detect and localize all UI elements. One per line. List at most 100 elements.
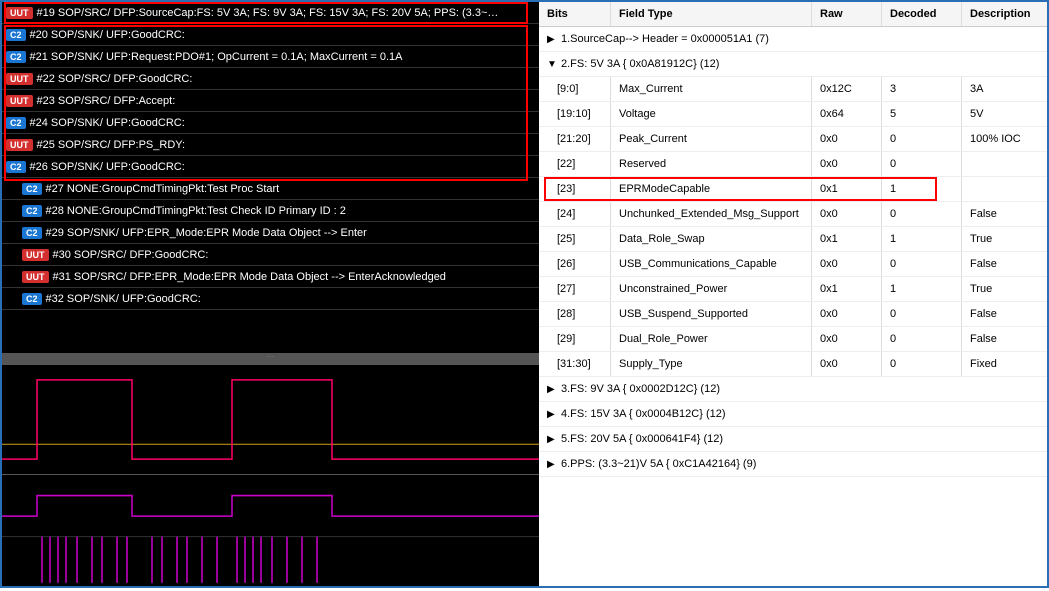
data-row[interactable]: [23]EPRModeCapable0x11 bbox=[539, 177, 1047, 202]
data-row[interactable]: [19:10]Voltage0x6455V bbox=[539, 102, 1047, 127]
cell-decoded: 0 bbox=[882, 152, 962, 176]
message-row[interactable]: C2 #26 SOP/SNK/ UFP:GoodCRC: bbox=[2, 156, 539, 178]
message-row[interactable]: C2#28 NONE:GroupCmdTimingPkt:Test Check … bbox=[2, 200, 539, 222]
message-row[interactable]: C2#21 SOP/SNK/ UFP:Request:PDO#1; OpCurr… bbox=[2, 46, 539, 68]
cell-field: Reserved bbox=[611, 152, 812, 176]
cell-decoded: 0 bbox=[882, 127, 962, 151]
message-row[interactable]: C2 #29 SOP/SNK/ UFP:EPR_Mode:EPR Mode Dat… bbox=[2, 222, 539, 244]
group-label: 5.FS: 20V 5A { 0x000641F4} (12) bbox=[561, 433, 723, 445]
cell-desc: True bbox=[962, 277, 1047, 301]
message-text: #23 SOP/SRC/ DFP:Accept: bbox=[37, 95, 176, 107]
message-row[interactable]: UUT#22 SOP/SRC/ DFP:GoodCRC: bbox=[2, 68, 539, 90]
source-tag: C2 bbox=[6, 51, 26, 63]
data-row[interactable]: [29]Dual_Role_Power0x00False bbox=[539, 327, 1047, 352]
header-decoded[interactable]: Decoded bbox=[882, 2, 962, 26]
cell-decoded: 3 bbox=[882, 77, 962, 101]
cell-field: Dual_Role_Power bbox=[611, 327, 812, 351]
group-label: 6.PPS: (3.3~21)V 5A { 0xC1A42164} (9) bbox=[561, 458, 756, 470]
waveform-area bbox=[2, 361, 539, 586]
cell-bits: [21:20] bbox=[539, 127, 611, 151]
cell-field: Peak_Current bbox=[611, 127, 812, 151]
cell-raw: 0x1 bbox=[812, 227, 882, 251]
cell-raw: 0x12C bbox=[812, 77, 882, 101]
source-tag: C2 bbox=[6, 117, 26, 129]
cell-decoded: 0 bbox=[882, 302, 962, 326]
cell-bits: [23] bbox=[539, 177, 611, 201]
cell-bits: [22] bbox=[539, 152, 611, 176]
cell-field: Data_Role_Swap bbox=[611, 227, 812, 251]
data-row[interactable]: [28]USB_Suspend_Supported0x00False bbox=[539, 302, 1047, 327]
message-row[interactable]: UUT#25 SOP/SRC/ DFP:PS_RDY: bbox=[2, 134, 539, 156]
expand-arrow-icon: ▶ bbox=[547, 384, 561, 395]
expand-arrow-icon: ▶ bbox=[547, 34, 561, 45]
waveform-channel-1[interactable] bbox=[2, 365, 539, 475]
cell-raw: 0x0 bbox=[812, 327, 882, 351]
group-row-6[interactable]: ▶ 6.PPS: (3.3~21)V 5A { 0xC1A42164} (9) bbox=[539, 452, 1047, 477]
cell-raw: 0x0 bbox=[812, 202, 882, 226]
message-row[interactable]: UUT#30 SOP/SRC/ DFP:GoodCRC: bbox=[2, 244, 539, 266]
cell-field: Supply_Type bbox=[611, 352, 812, 376]
data-row[interactable]: [26]USB_Communications_Capable0x00False bbox=[539, 252, 1047, 277]
group-row-4[interactable]: ▶ 4.FS: 15V 3A { 0x0004B12C} (12) bbox=[539, 402, 1047, 427]
cell-raw: 0x1 bbox=[812, 277, 882, 301]
message-text: #26 SOP/SNK/ UFP:GoodCRC: bbox=[30, 161, 185, 173]
cell-desc: 5V bbox=[962, 102, 1047, 126]
data-row[interactable]: [24]Unchunked_Extended_Msg_Support0x00Fa… bbox=[539, 202, 1047, 227]
source-tag: C2 bbox=[22, 183, 42, 195]
group-row-5[interactable]: ▶ 5.FS: 20V 5A { 0x000641F4} (12) bbox=[539, 427, 1047, 452]
cell-bits: [28] bbox=[539, 302, 611, 326]
message-row[interactable]: C2#27 NONE:GroupCmdTimingPkt:Test Proc S… bbox=[2, 178, 539, 200]
message-row[interactable]: UUT#31 SOP/SRC/ DFP:EPR_Mode:EPR Mode Da… bbox=[2, 266, 539, 288]
cell-decoded: 1 bbox=[882, 177, 962, 201]
table-body[interactable]: ▶ 1.SourceCap--> Header = 0x000051A1 (7)… bbox=[539, 27, 1047, 586]
cell-field: USB_Communications_Capable bbox=[611, 252, 812, 276]
data-row[interactable]: [25]Data_Role_Swap0x11True bbox=[539, 227, 1047, 252]
header-bits[interactable]: Bits bbox=[539, 2, 611, 26]
group-label: 2.FS: 5V 3A { 0x0A81912C} (12) bbox=[561, 58, 719, 70]
message-row[interactable]: UUT #23 SOP/SRC/ DFP:Accept: bbox=[2, 90, 539, 112]
message-row[interactable]: UUT#19 SOP/SRC/ DFP:SourceCap:FS: 5V 3A;… bbox=[2, 2, 539, 24]
cell-field: USB_Suspend_Supported bbox=[611, 302, 812, 326]
header-description[interactable]: Description bbox=[962, 2, 1047, 26]
header-raw[interactable]: Raw bbox=[812, 2, 882, 26]
cell-field: Unconstrained_Power bbox=[611, 277, 812, 301]
data-row[interactable]: [22]Reserved0x00 bbox=[539, 152, 1047, 177]
source-tag: C2 bbox=[22, 227, 42, 239]
cell-field: Unchunked_Extended_Msg_Support bbox=[611, 202, 812, 226]
source-tag: C2 bbox=[6, 29, 26, 41]
message-row[interactable]: C2#24 SOP/SNK/ UFP:GoodCRC: bbox=[2, 112, 539, 134]
cell-desc: False bbox=[962, 202, 1047, 226]
data-row[interactable]: [21:20]Peak_Current0x00100% IOC bbox=[539, 127, 1047, 152]
group-row-2[interactable]: ▼ 2.FS: 5V 3A { 0x0A81912C} (12) bbox=[539, 52, 1047, 77]
cell-bits: [31:30] bbox=[539, 352, 611, 376]
cell-bits: [27] bbox=[539, 277, 611, 301]
message-text: #29 SOP/SNK/ UFP:EPR_Mode:EPR Mode Data … bbox=[46, 227, 367, 239]
data-row[interactable]: [9:0]Max_Current0x12C33A bbox=[539, 77, 1047, 102]
group-row-1[interactable]: ▶ 1.SourceCap--> Header = 0x000051A1 (7) bbox=[539, 27, 1047, 52]
cell-bits: [29] bbox=[539, 327, 611, 351]
group-label: 3.FS: 9V 3A { 0x0002D12C} (12) bbox=[561, 383, 720, 395]
source-tag: C2 bbox=[6, 161, 26, 173]
cell-decoded: 0 bbox=[882, 202, 962, 226]
group-label: 1.SourceCap--> Header = 0x000051A1 (7) bbox=[561, 33, 769, 45]
cell-desc: False bbox=[962, 252, 1047, 276]
data-row[interactable]: [27]Unconstrained_Power0x11True bbox=[539, 277, 1047, 302]
cell-bits: [24] bbox=[539, 202, 611, 226]
message-list[interactable]: UUT #19 SOP/SRC/ DFP:SourceCap:FS: 5V 3A;… bbox=[2, 2, 539, 353]
message-text: #19 SOP/SRC/ DFP:SourceCap:FS: 5V 3A; FS… bbox=[37, 7, 499, 19]
message-row[interactable]: C2#20 SOP/SNK/ UFP:GoodCRC: bbox=[2, 24, 539, 46]
waveform-channel-2[interactable] bbox=[2, 475, 539, 588]
message-text: #22 SOP/SRC/ DFP:GoodCRC: bbox=[37, 73, 193, 85]
data-row[interactable]: [31:30]Supply_Type0x00Fixed bbox=[539, 352, 1047, 377]
panel-drag-handle[interactable]: … bbox=[2, 353, 539, 361]
cell-raw: 0x0 bbox=[812, 302, 882, 326]
expand-arrow-icon: ▶ bbox=[547, 459, 561, 470]
left-panel: UUT #19 SOP/SRC/ DFP:SourceCap:FS: 5V 3A;… bbox=[2, 2, 539, 586]
group-label: 4.FS: 15V 3A { 0x0004B12C} (12) bbox=[561, 408, 726, 420]
message-row[interactable]: C2#32 SOP/SNK/ UFP:GoodCRC: bbox=[2, 288, 539, 310]
source-tag: UUT bbox=[6, 95, 33, 107]
cell-decoded: 5 bbox=[882, 102, 962, 126]
group-row-3[interactable]: ▶ 3.FS: 9V 3A { 0x0002D12C} (12) bbox=[539, 377, 1047, 402]
header-field[interactable]: Field Type bbox=[611, 2, 812, 26]
cell-desc bbox=[962, 152, 1047, 176]
